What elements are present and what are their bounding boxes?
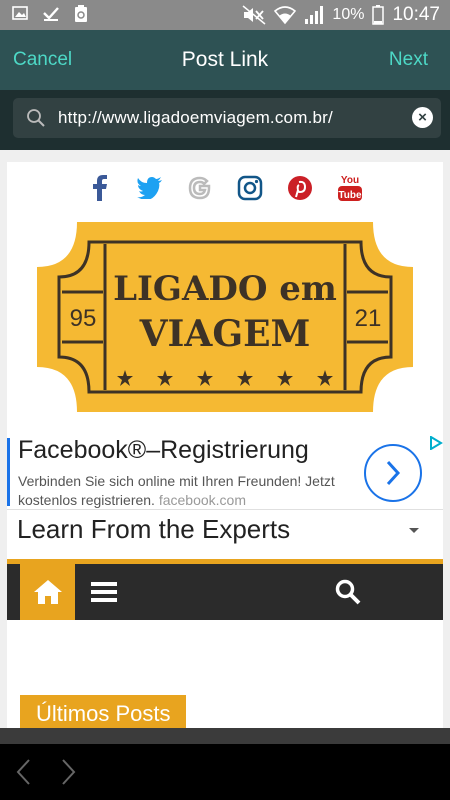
caret-down-icon <box>409 528 419 533</box>
clear-icon[interactable]: × <box>412 107 433 128</box>
site-card: You Tube 95 21 LIGADO em VIAGEM Facebook… <box>7 162 443 742</box>
next-button[interactable]: Next <box>389 49 428 71</box>
gallery-icon <box>12 6 28 20</box>
logo-left-number: 95 <box>70 305 97 332</box>
url-input[interactable]: http://www.ligadoemviagem.com.br/ × <box>13 98 441 138</box>
home-icon <box>33 580 62 604</box>
app-header: Cancel Post Link Next <box>0 30 450 90</box>
status-bar: 10% 10:47 <box>0 0 450 30</box>
forward-arrow-icon[interactable] <box>58 758 78 786</box>
recycle-clipboard-icon <box>75 5 87 22</box>
logo-line1: LIGADO em <box>113 269 337 309</box>
page-title: Post Link <box>181 48 269 71</box>
battery-icon <box>372 5 385 25</box>
url-bar: http://www.ligadoemviagem.com.br/ × <box>0 90 450 150</box>
chevron-right-icon <box>386 460 401 486</box>
site-logo[interactable]: 95 21 LIGADO em VIAGEM <box>37 222 413 412</box>
web-preview[interactable]: You Tube 95 21 LIGADO em VIAGEM Facebook… <box>0 150 450 742</box>
ad-banner[interactable]: Facebook®–Registrierung Verbinden Sie si… <box>7 432 443 510</box>
svg-text:You: You <box>341 175 359 186</box>
mute-icon <box>242 5 266 25</box>
youtube-icon[interactable]: You Tube <box>336 174 364 202</box>
clock: 10:47 <box>392 4 440 25</box>
adchoices-icon[interactable] <box>429 436 443 450</box>
social-icons: You Tube <box>7 174 443 214</box>
svg-text:Tube: Tube <box>338 190 362 201</box>
browser-bottom-bar <box>0 744 450 800</box>
home-button[interactable] <box>20 564 75 620</box>
logo-right-number: 21 <box>355 305 382 332</box>
ad-title[interactable]: Facebook®–Registrierung <box>18 436 309 465</box>
url-text: http://www.ligadoemviagem.com.br/ <box>58 108 333 127</box>
menu-icon[interactable] <box>91 581 117 603</box>
learn-label: Learn From the Experts <box>17 514 291 544</box>
signal-icon <box>305 6 324 24</box>
instagram-icon[interactable] <box>236 174 264 202</box>
twitter-icon[interactable] <box>136 174 164 202</box>
ad-source[interactable]: facebook.com <box>159 492 246 508</box>
ad-go-button[interactable] <box>364 444 422 502</box>
scroll-indicator <box>0 728 450 744</box>
ad-accent-bar <box>7 438 10 506</box>
ad-description: Verbinden Sie sich online mit Ihren Freu… <box>18 472 358 510</box>
logo-line2: VIAGEM <box>139 313 311 355</box>
battery-percent: 10% <box>332 6 365 23</box>
learn-dropdown[interactable]: Learn From the Experts <box>17 510 433 548</box>
facebook-icon[interactable] <box>86 174 114 202</box>
site-nav <box>7 564 443 620</box>
checkmark-icon <box>43 7 59 21</box>
google-icon[interactable] <box>186 174 214 202</box>
search-icon[interactable] <box>335 579 361 605</box>
search-icon <box>27 109 45 127</box>
pinterest-icon[interactable] <box>286 174 314 202</box>
wifi-icon <box>274 6 297 25</box>
back-arrow-icon[interactable] <box>14 758 34 786</box>
